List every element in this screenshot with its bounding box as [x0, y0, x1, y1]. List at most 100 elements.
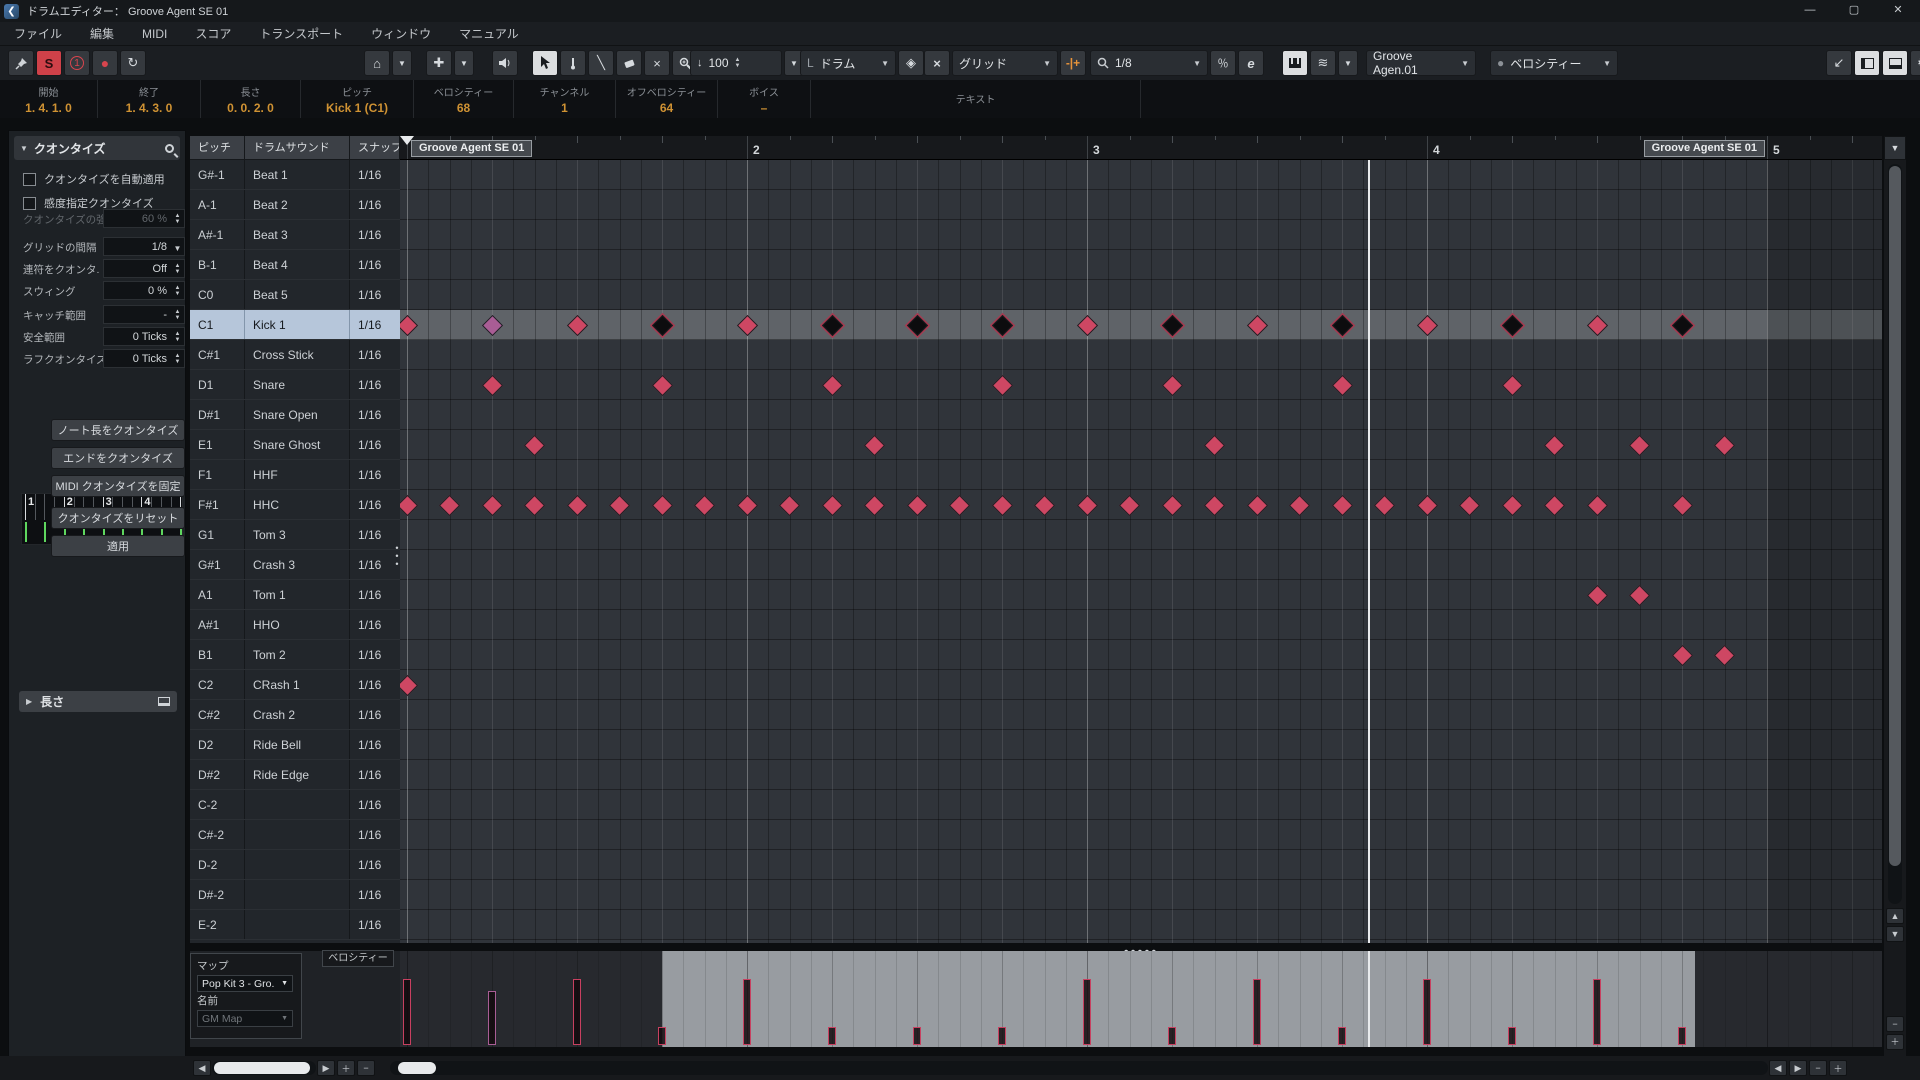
open-in-lower-zone-icon[interactable]: ↙	[1826, 50, 1852, 76]
velocity-bar[interactable]	[1338, 1027, 1346, 1045]
drum-row-C#2[interactable]: C#2Crash 21/16	[190, 700, 400, 730]
dropdown-arrow-icon[interactable]: ▼	[171, 238, 184, 256]
velocity-bar[interactable]	[1083, 979, 1091, 1045]
drum-row-A#1[interactable]: A#1HHO1/16	[190, 610, 400, 640]
drum-row-E1[interactable]: E1Snare Ghost1/16	[190, 430, 400, 460]
note-length-box[interactable]: L ドラム ▼	[800, 50, 896, 76]
drum-row-G#-1[interactable]: G#-1Beat 11/16	[190, 160, 400, 190]
drum-row-E-2[interactable]: E-21/16	[190, 910, 400, 940]
info-field-0[interactable]: 開始1. 4. 1. 0	[0, 80, 98, 118]
drum-row-C#-2[interactable]: C#-21/16	[190, 820, 400, 850]
drum-row-B-1[interactable]: B-1Beat 41/16	[190, 250, 400, 280]
drum-row-D#2[interactable]: D#2Ride Edge1/16	[190, 760, 400, 790]
list-splitter-handle[interactable]: •••	[394, 544, 400, 568]
grid-row-D2[interactable]	[400, 730, 1882, 760]
grid-scroll-left-button[interactable]: ◀	[1769, 1060, 1787, 1076]
acoustic-feedback-button[interactable]	[492, 50, 518, 76]
velocity-bar[interactable]	[1508, 1027, 1516, 1045]
quantize-action-button-1[interactable]: エンドをクオンタイズ	[51, 447, 185, 469]
velocity-lane[interactable]	[400, 951, 1882, 1047]
controller-selector-dropdown[interactable]: ● ベロシティー ▼	[1490, 50, 1618, 76]
lower-zone-layout-icon[interactable]	[1882, 50, 1908, 76]
v-scroll-thumb[interactable]	[1889, 166, 1901, 866]
drum-row-D1[interactable]: D1Snare1/16	[190, 370, 400, 400]
stepper-icon[interactable]: ▲▼	[171, 263, 184, 275]
field-value-box[interactable]: 0 %▲▼	[103, 281, 185, 300]
pitch-visibility-button[interactable]	[1282, 50, 1308, 76]
list-column-header-1[interactable]: ドラムサウンド	[245, 136, 350, 159]
grid-row-G1[interactable]	[400, 520, 1882, 550]
menu-item-1[interactable]: 編集	[76, 22, 128, 46]
drum-row-G1[interactable]: G1Tom 31/16	[190, 520, 400, 550]
drum-map-dropdown[interactable]: Pop Kit 3 - Gro.▼	[197, 975, 293, 992]
setup-gear-icon[interactable]: ⚙	[1910, 50, 1920, 76]
insert-velocity-box[interactable]: ↓ 100 ▲▼	[690, 50, 782, 76]
field-value-box[interactable]: 0 Ticks▲▼	[103, 327, 185, 346]
show-note-length-button[interactable]: ◈	[898, 50, 924, 76]
menu-item-6[interactable]: マニュアル	[445, 22, 533, 46]
visibility-dropdown[interactable]: ▼	[1338, 50, 1358, 76]
quantize-panel-button[interactable]: e	[1238, 50, 1264, 76]
list-column-header-2[interactable]: スナップ	[350, 136, 400, 159]
length-section-header[interactable]: ▶ 長さ	[19, 691, 177, 712]
list-column-header-0[interactable]: ピッチ	[190, 136, 245, 159]
grid-row-B1[interactable]	[400, 640, 1882, 670]
grid-row-F1[interactable]	[400, 460, 1882, 490]
drum-row-C#1[interactable]: C#1Cross Stick1/16	[190, 340, 400, 370]
object-selection-tool[interactable]	[532, 50, 558, 76]
drum-row-F1[interactable]: F1HHF1/16	[190, 460, 400, 490]
velocity-bar[interactable]	[913, 1027, 921, 1045]
grid-row-A-1[interactable]	[400, 190, 1882, 220]
h-zoom-in-button[interactable]: ＋	[1829, 1060, 1847, 1076]
drum-row-D#-2[interactable]: D#-21/16	[190, 880, 400, 910]
grid-row-D#1[interactable]	[400, 400, 1882, 430]
velocity-bar[interactable]	[828, 1027, 836, 1045]
ruler-options-dropdown[interactable]: ▼	[1884, 136, 1906, 160]
velocity-bar[interactable]	[743, 979, 751, 1045]
info-field-4[interactable]: ベロシティー68	[414, 80, 514, 118]
field-value-box[interactable]: -▲▼	[103, 305, 185, 324]
info-field-6[interactable]: オフベロシティー64	[616, 80, 718, 118]
record-in-editor-button[interactable]: ●	[92, 50, 118, 76]
field-value-box[interactable]: 0 Ticks▲▼	[103, 349, 185, 368]
map-name-dropdown[interactable]: GM Map▼	[197, 1010, 293, 1027]
velocity-lane-tab[interactable]: ベロシティー	[322, 950, 394, 967]
visibility-layers-icon[interactable]: ≋	[1310, 50, 1336, 76]
snap-type-icon[interactable]: ×	[924, 50, 950, 76]
grid-row-A1[interactable]	[400, 580, 1882, 610]
grid-row-C#2[interactable]	[400, 700, 1882, 730]
velocity-bar[interactable]	[403, 979, 411, 1045]
menu-item-2[interactable]: MIDI	[128, 22, 181, 46]
v-zoom-out-button[interactable]: −	[1886, 1016, 1904, 1032]
maximize-button[interactable]: ▢	[1832, 0, 1876, 22]
timeline-ruler[interactable]: 2345Groove Agent SE 01Groove Agent SE 01	[400, 136, 1882, 160]
pin-editor-icon[interactable]	[8, 50, 34, 76]
line-tool[interactable]: ╲	[588, 50, 614, 76]
grid-row-E1[interactable]	[400, 430, 1882, 460]
drumstick-tool[interactable]	[560, 50, 586, 76]
quantize-panel-header[interactable]: ▼ クオンタイズ	[14, 136, 180, 160]
grid-row-B-1[interactable]	[400, 250, 1882, 280]
velocity-bar[interactable]	[998, 1027, 1006, 1045]
lane-splitter-handle[interactable]: •••••	[400, 943, 1882, 951]
info-field-8[interactable]: テキスト	[811, 80, 1141, 118]
drum-row-C2[interactable]: C2CRash 11/16	[190, 670, 400, 700]
velocity-bar[interactable]	[1168, 1027, 1176, 1045]
autoscroll-dropdown[interactable]: ▼	[454, 50, 474, 76]
grid-row-C2[interactable]	[400, 670, 1882, 700]
velocity-bar[interactable]	[1593, 979, 1601, 1045]
menu-item-0[interactable]: ファイル	[0, 22, 76, 46]
menu-item-5[interactable]: ウィンドウ	[357, 22, 445, 46]
v-scroll-up-button[interactable]: ▲	[1886, 908, 1904, 924]
stepper-icon[interactable]: ▲▼	[171, 353, 184, 365]
close-button[interactable]: ✕	[1876, 0, 1920, 22]
grid-scroll-right-button[interactable]: ▶	[1789, 1060, 1807, 1076]
checkbox-unchecked[interactable]	[23, 173, 36, 186]
iterative-quantize-button[interactable]: ％	[1210, 50, 1236, 76]
independent-loop-button[interactable]: 1	[64, 50, 90, 76]
info-field-3[interactable]: ピッチKick 1 (C1)	[301, 80, 414, 118]
snap-mode-dropdown[interactable]: グリッド ▼	[952, 50, 1058, 76]
grid-h-scrollbar[interactable]	[390, 1061, 1768, 1075]
part-start-tag[interactable]: Groove Agent SE 01	[411, 140, 532, 157]
quantize-action-button-2[interactable]: MIDI クオンタイズを固定	[51, 475, 185, 497]
